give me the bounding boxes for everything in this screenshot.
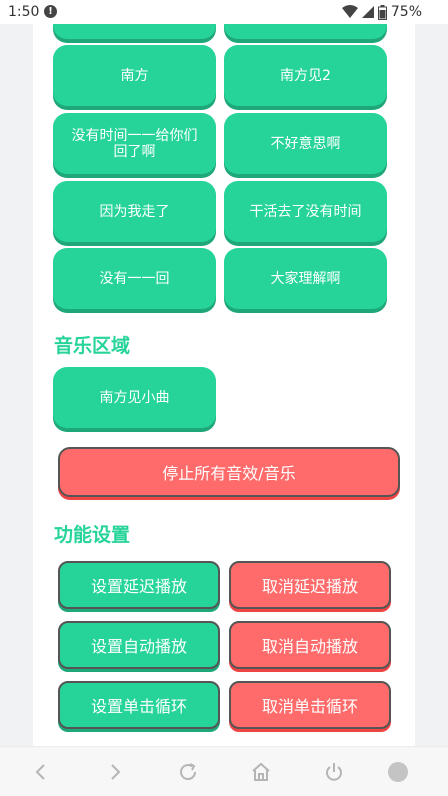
battery-icon — [377, 4, 387, 20]
home-icon[interactable] — [249, 760, 273, 784]
cancel-delay-play-button[interactable]: 取消延迟播放 — [229, 561, 391, 609]
set-auto-play-button[interactable]: 设置自动播放 — [58, 621, 220, 669]
sound-tile[interactable]: 干活去了没有时间 — [224, 181, 387, 242]
sound-tile[interactable]: 不好意思啊 — [224, 113, 387, 174]
stop-all-button[interactable]: 停止所有音效/音乐 — [58, 447, 400, 497]
sound-tile[interactable]: 南方 — [53, 45, 216, 106]
music-section-title: 音乐区域 — [54, 335, 131, 357]
music-tile[interactable]: 南方见小曲 — [53, 367, 216, 428]
sound-tile[interactable]: 没有时间一一给你们回了啊 — [53, 113, 216, 174]
sound-tile[interactable] — [224, 24, 387, 39]
signal-icon — [361, 6, 374, 18]
battery-percent: 75% — [390, 4, 422, 20]
sound-tile[interactable]: 因为我走了 — [53, 181, 216, 242]
status-bar: 1:50 ! 75% — [0, 0, 448, 24]
status-time: 1:50 — [8, 4, 40, 20]
forward-icon[interactable] — [103, 760, 127, 784]
refresh-icon[interactable] — [176, 760, 200, 784]
alert-icon: ! — [44, 5, 57, 18]
set-click-loop-button[interactable]: 设置单击循环 — [58, 681, 220, 729]
sound-tile[interactable]: 没有一一回 — [53, 248, 216, 309]
sound-tile[interactable] — [53, 24, 216, 39]
status-icons: 75% — [341, 4, 422, 20]
navigation-bar — [0, 746, 448, 796]
power-icon[interactable] — [322, 760, 346, 784]
set-delay-play-button[interactable]: 设置延迟播放 — [58, 561, 220, 609]
back-icon[interactable] — [29, 760, 53, 784]
circle-icon[interactable] — [386, 760, 410, 784]
cancel-auto-play-button[interactable]: 取消自动播放 — [229, 621, 391, 669]
sound-tile[interactable]: 南方见2 — [224, 45, 387, 106]
sound-tile[interactable]: 大家理解啊 — [224, 248, 387, 309]
content-card: 南方 南方见2 没有时间一一给你们回了啊 不好意思啊 因为我走了 干活去了没有时… — [33, 24, 415, 746]
wifi-icon — [341, 5, 358, 18]
cancel-click-loop-button[interactable]: 取消单击循环 — [229, 681, 391, 729]
functions-section-title: 功能设置 — [54, 524, 131, 546]
